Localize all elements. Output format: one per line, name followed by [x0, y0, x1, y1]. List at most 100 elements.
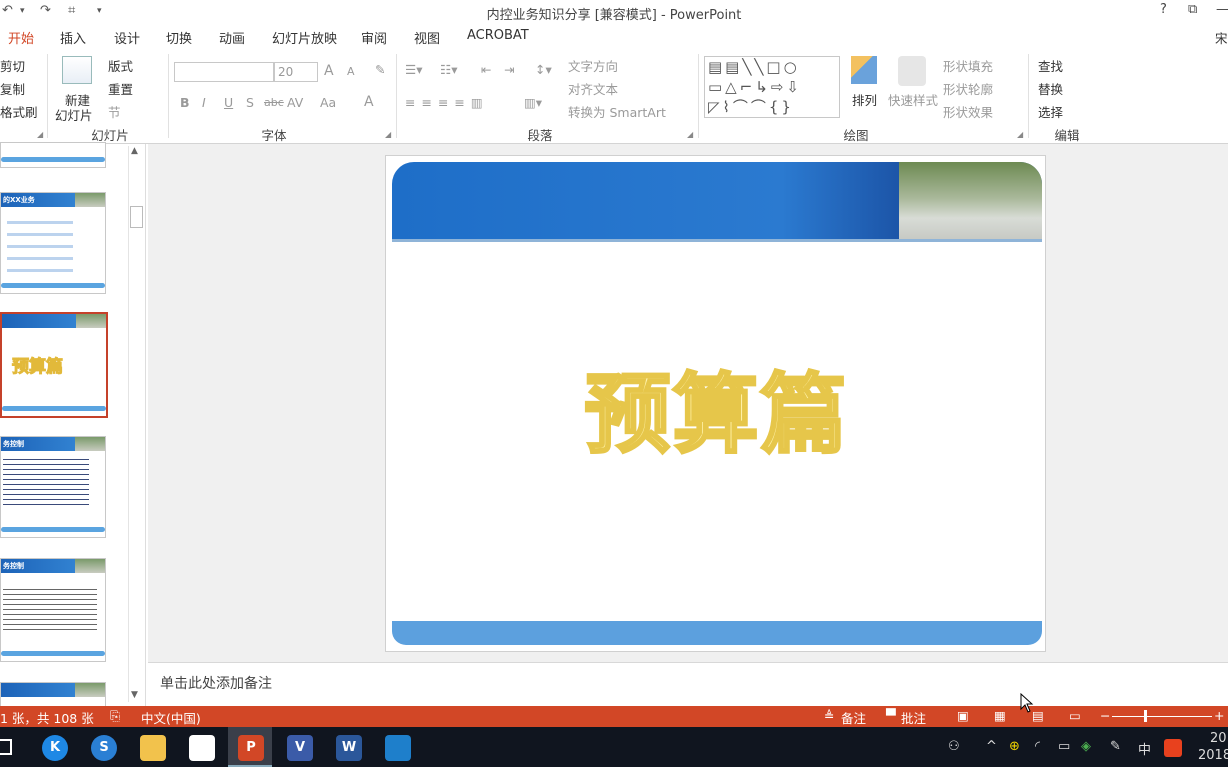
notes-placeholder[interactable]: 单击此处添加备注 — [160, 673, 272, 693]
tab-insert[interactable]: 插入 — [60, 28, 86, 47]
tab-review[interactable]: 审阅 — [361, 28, 387, 47]
input-method-indicator[interactable]: 中 — [1138, 739, 1151, 758]
shape-fill-button[interactable]: 形状填充 — [943, 56, 993, 75]
spellcheck-icon[interactable]: ⎘ — [110, 708, 120, 724]
zoom-slider-thumb[interactable] — [1144, 710, 1147, 722]
clipboard-launcher-icon[interactable]: ◢ — [37, 130, 43, 139]
battery-icon[interactable]: ▭ — [1058, 739, 1070, 754]
slide-thumbnail[interactable]: 的XX业务 — [0, 192, 106, 294]
wifi-icon[interactable]: ◜ — [1035, 739, 1040, 754]
slide-thumbnail-selected[interactable]: 预算篇 — [0, 312, 108, 418]
zoom-in-icon[interactable]: + — [1214, 708, 1224, 723]
powerpoint-app-icon[interactable]: P — [238, 735, 264, 761]
normal-view-icon[interactable]: ▣ — [957, 708, 969, 723]
paragraph-launcher-icon[interactable]: ◢ — [687, 130, 693, 139]
security-tray-icon[interactable]: ⊕ — [1009, 739, 1020, 754]
ribbon-display-options-button[interactable]: ⧉ — [1188, 2, 1197, 17]
select-button[interactable]: 选择 — [1038, 102, 1063, 121]
tab-animations[interactable]: 动画 — [219, 28, 245, 47]
format-painter-button[interactable]: 格式刷 — [0, 102, 38, 121]
sogou-ime-icon[interactable] — [1164, 739, 1182, 757]
slide-title[interactable]: 预算篇 — [386, 344, 1047, 469]
char-spacing-button[interactable]: AV — [287, 95, 303, 110]
shrink-font-button[interactable]: A — [347, 65, 355, 78]
new-slide-icon[interactable] — [62, 56, 92, 84]
notes-toggle-icon[interactable]: ≜ — [824, 708, 834, 723]
find-button[interactable]: 查找 — [1038, 56, 1063, 75]
comments-icon[interactable]: ▀ — [886, 708, 896, 723]
slide-thumbnail[interactable] — [0, 142, 106, 168]
underline-button[interactable]: U — [224, 95, 233, 110]
layout-button[interactable]: 版式 — [108, 56, 133, 75]
change-case-button[interactable]: Aa — [320, 95, 336, 110]
font-color-button[interactable]: A — [364, 94, 374, 110]
numbering-icon[interactable]: ☷▾ — [440, 62, 457, 77]
clear-format-icon[interactable]: ✎ — [375, 62, 385, 77]
italic-button[interactable]: I — [202, 95, 206, 110]
thumbnail-scrollbar[interactable]: ▲ ▼ — [128, 146, 143, 702]
clock-time[interactable]: 20 — [1210, 731, 1227, 746]
slide-thumbnail[interactable]: 务控制 — [0, 436, 106, 538]
shapes-gallery[interactable]: ▤▤╲╲□○ ▭△⌐↳⇨⇩ ◸⌇⌒⌒{} — [704, 56, 840, 118]
task-view-icon[interactable] — [0, 739, 12, 755]
visio-app-icon[interactable]: V — [287, 735, 313, 761]
drawing-launcher-icon[interactable]: ◢ — [1017, 130, 1023, 139]
tab-home[interactable]: 开始 — [8, 28, 34, 47]
alignment-icons[interactable]: ≡≡≡≡▥ — [405, 95, 489, 110]
section-button[interactable]: 节 — [108, 102, 121, 121]
zoom-slider[interactable] — [1112, 716, 1212, 717]
text-direction-button[interactable]: 文字方向 — [568, 56, 618, 75]
line-spacing-icon[interactable]: ↕▾ — [535, 62, 552, 77]
sticky-notes-icon[interactable] — [189, 735, 215, 761]
notes-toggle-button[interactable]: 备注 — [841, 708, 866, 727]
strikethrough-button[interactable]: abc — [264, 96, 284, 109]
increase-indent-icon[interactable]: ⇥ — [504, 62, 514, 77]
shape-effects-button[interactable]: 形状效果 — [943, 102, 993, 121]
slide-count[interactable]: 1 张，共 108 张 — [0, 708, 94, 727]
tab-design[interactable]: 设计 — [114, 28, 140, 47]
notes-pane[interactable]: 单击此处添加备注 — [148, 662, 1228, 706]
tab-view[interactable]: 视图 — [414, 28, 440, 47]
arrange-icon[interactable] — [851, 56, 877, 84]
copy-button[interactable]: 复制 — [0, 79, 25, 98]
align-text-button[interactable]: 对齐文本 — [568, 79, 618, 98]
current-slide[interactable]: 预算篇 — [385, 155, 1046, 652]
language-indicator[interactable]: 中文(中国) — [141, 708, 201, 727]
comments-button[interactable]: 批注 — [901, 708, 926, 727]
font-launcher-icon[interactable]: ◢ — [385, 130, 391, 139]
file-explorer-icon[interactable] — [140, 735, 166, 761]
kugou-app-icon[interactable]: K — [42, 735, 68, 761]
shape-outline-button[interactable]: 形状轮廓 — [943, 79, 993, 98]
people-icon[interactable]: ⚇ — [948, 739, 960, 754]
clock-date[interactable]: 2018 — [1198, 748, 1228, 763]
font-name-input[interactable] — [174, 62, 274, 82]
help-button[interactable]: ? — [1160, 2, 1167, 17]
arrange-button[interactable]: 排列 — [852, 90, 877, 109]
tab-transitions[interactable]: 切换 — [166, 28, 192, 47]
pen-icon[interactable]: ✎ — [1110, 739, 1121, 754]
zoom-out-icon[interactable]: − — [1100, 708, 1110, 723]
quick-styles-button[interactable]: 快速样式 — [888, 90, 938, 109]
show-hidden-icons-icon[interactable]: ^ — [986, 739, 997, 754]
sogou-app-icon[interactable]: S — [91, 735, 117, 761]
scroll-up-icon[interactable]: ▲ — [131, 146, 138, 156]
tab-acrobat[interactable]: ACROBAT — [467, 28, 529, 43]
slide-sorter-icon[interactable]: ▦ — [994, 708, 1006, 723]
columns-icon[interactable]: ▥▾ — [524, 95, 542, 110]
defender-icon[interactable]: ◈ — [1081, 739, 1091, 754]
font-size-input[interactable]: 20 — [274, 62, 318, 82]
slide-thumbnail[interactable]: 务控制 — [0, 558, 106, 662]
shadow-button[interactable]: S — [246, 95, 254, 110]
decrease-indent-icon[interactable]: ⇤ — [481, 62, 491, 77]
quick-styles-icon[interactable] — [898, 56, 926, 86]
video-app-icon[interactable] — [385, 735, 411, 761]
grow-font-button[interactable]: A — [324, 63, 334, 79]
slideshow-view-icon[interactable]: ▭ — [1069, 708, 1081, 723]
cut-button[interactable]: 剪切 — [0, 56, 25, 75]
bold-button[interactable]: B — [180, 95, 190, 110]
scroll-down-icon[interactable]: ▼ — [131, 690, 138, 700]
tab-slideshow[interactable]: 幻灯片放映 — [272, 28, 337, 47]
bullets-icon[interactable]: ☰▾ — [405, 62, 422, 77]
scrollbar-thumb[interactable] — [130, 206, 143, 228]
minimize-button[interactable]: — — [1216, 2, 1228, 17]
